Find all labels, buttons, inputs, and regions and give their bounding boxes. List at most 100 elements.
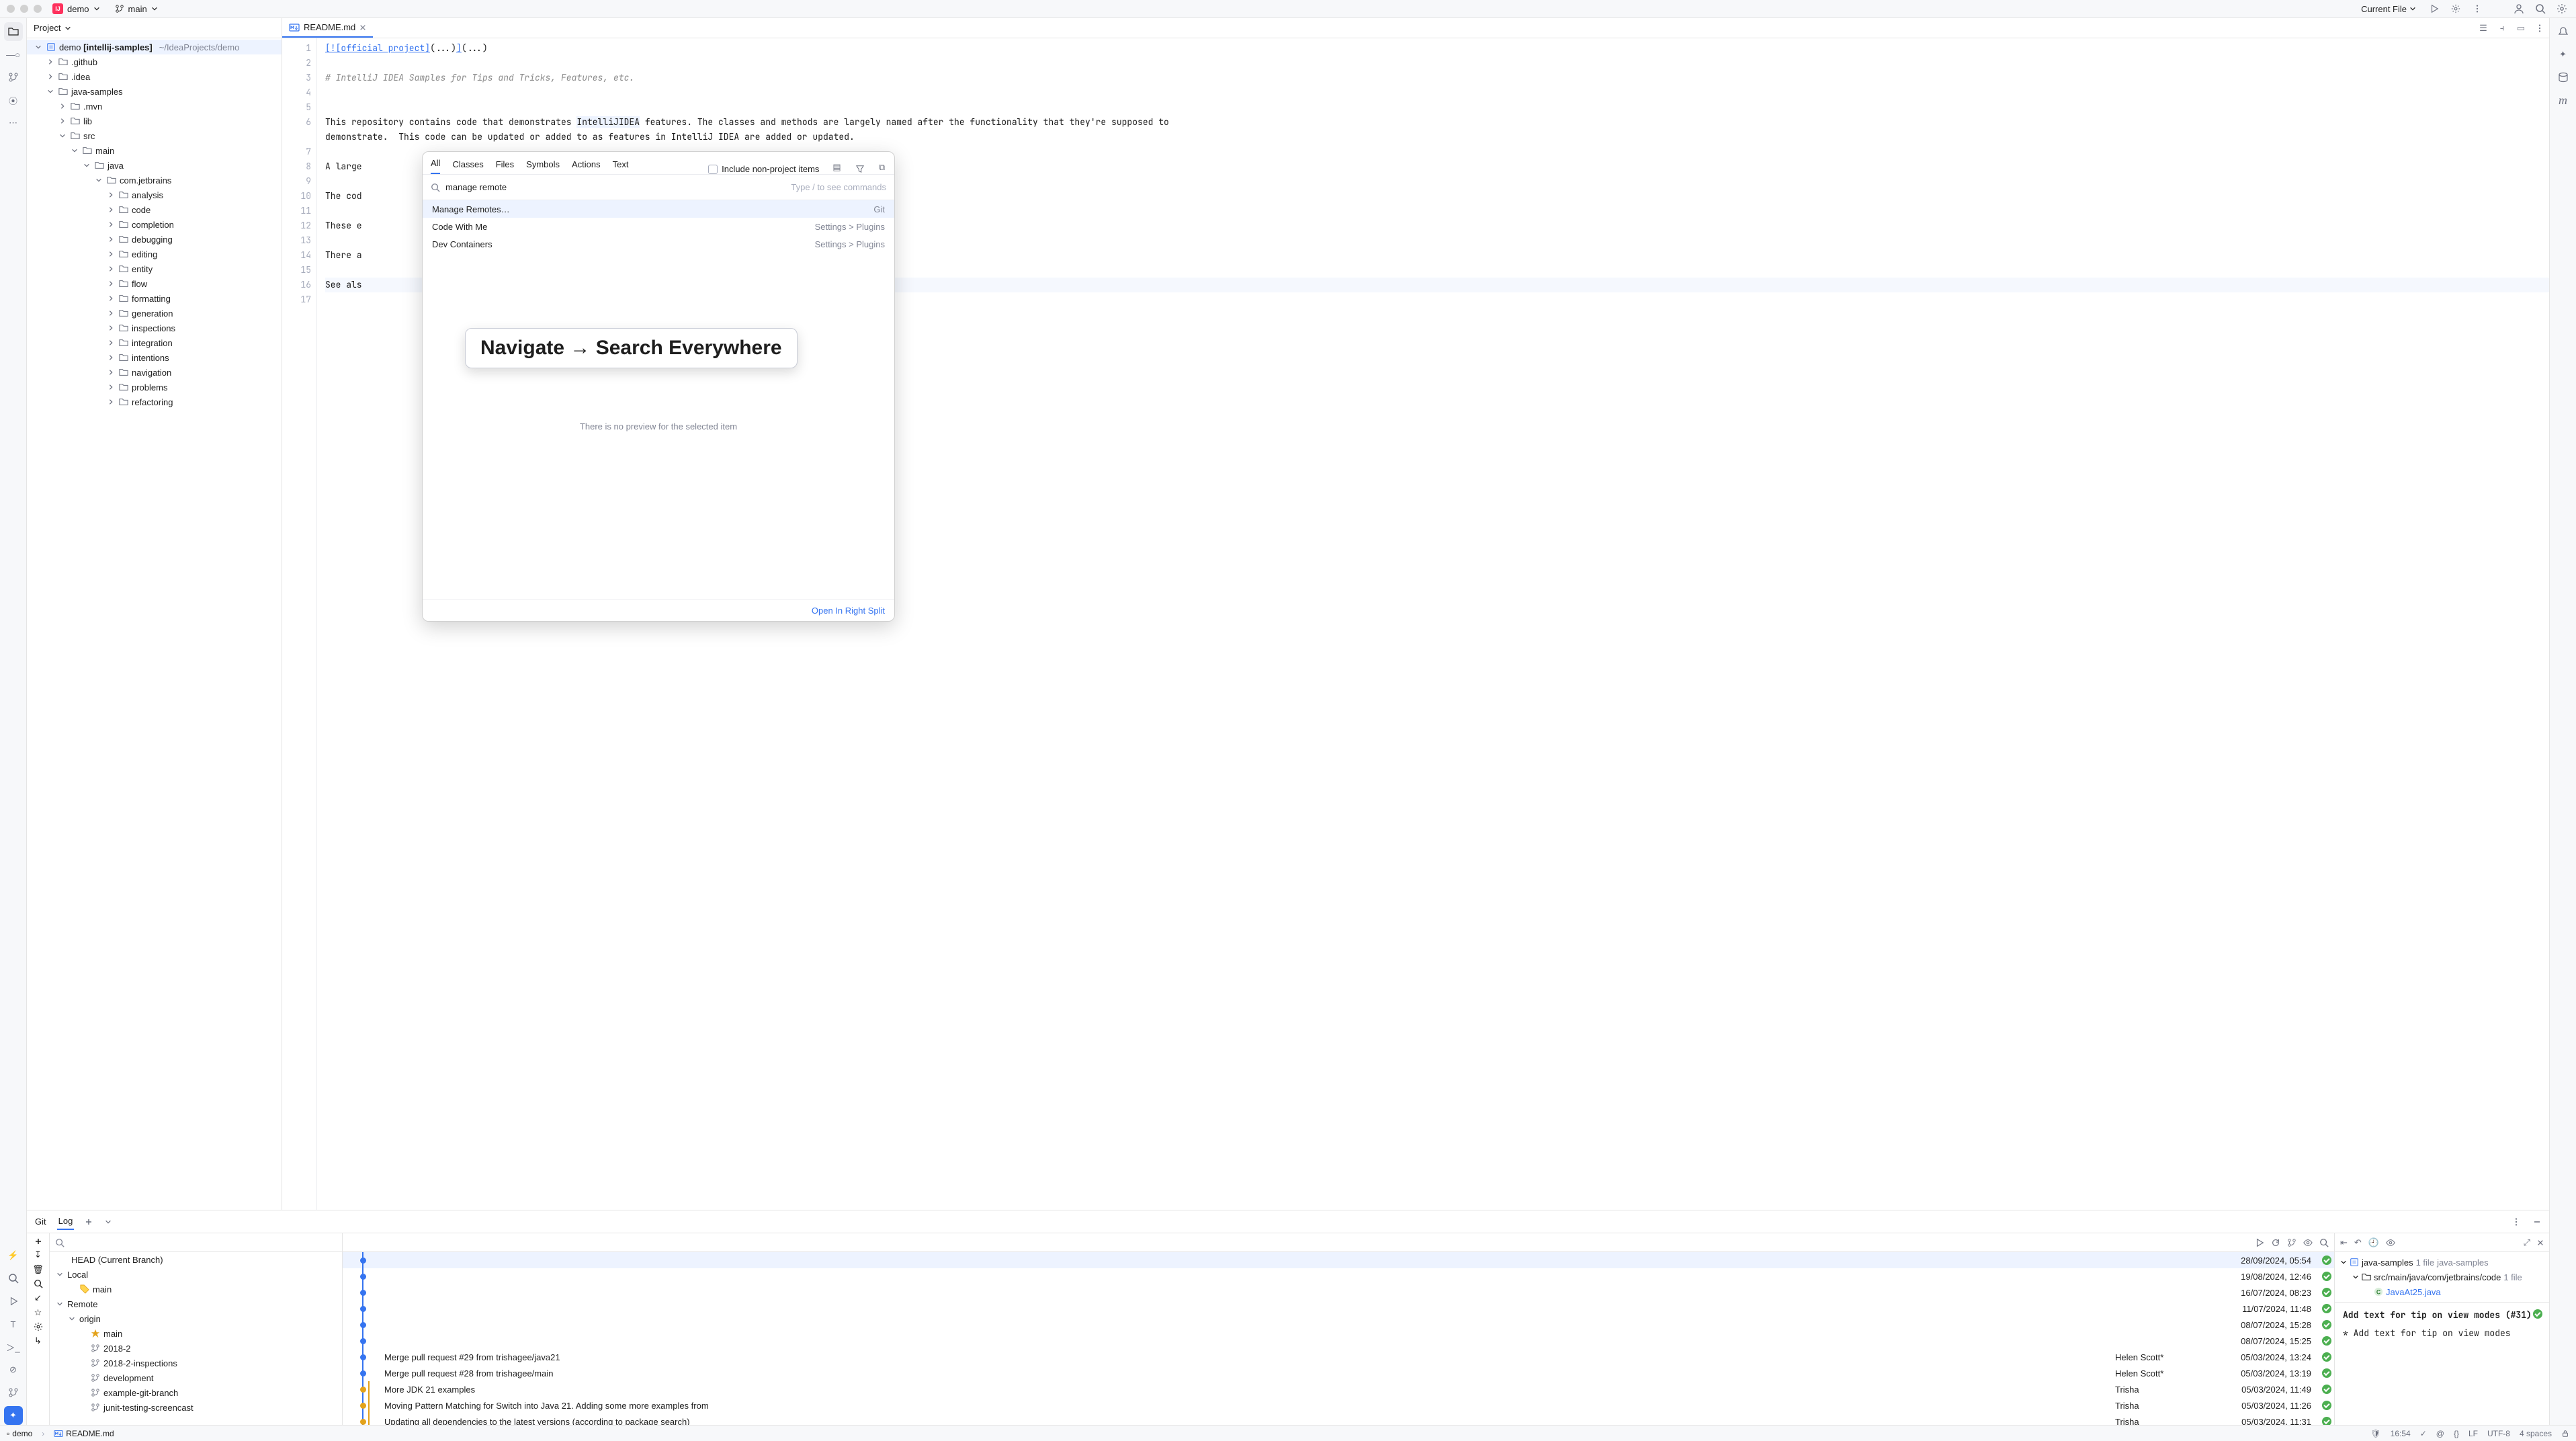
tree-arrow[interactable] [46,88,55,95]
cherry-pick-button[interactable] [2255,1238,2264,1247]
tree-arrow[interactable] [106,192,116,198]
se-search-input[interactable]: manage remote [445,182,785,192]
project-selector[interactable]: IJ demo [48,2,104,15]
debug-tool-button[interactable]: ⚡ [4,1246,23,1265]
problems-tool-button[interactable]: ⊘ [4,1360,23,1379]
git-tab[interactable]: Git [34,1214,48,1229]
origin-group[interactable]: origin [50,1311,342,1326]
close-window[interactable] [7,5,15,13]
expand-all-button[interactable]: ⤢ [2524,1237,2530,1248]
tree-item[interactable]: .mvn [27,99,282,114]
zoom-window[interactable] [34,5,42,13]
maven-button[interactable]: m [2554,91,2573,110]
refresh-log-button[interactable] [2271,1238,2280,1247]
search-branches-button[interactable] [34,1279,43,1288]
cursor-position[interactable]: 16:54 [2391,1429,2411,1438]
collapse-button[interactable]: ⇤ [2340,1237,2348,1248]
se-tab-text[interactable]: Text [613,159,629,174]
changed-root[interactable]: java-samples 1 file java-samples [2335,1255,2549,1270]
editor-tab-readme[interactable]: README.md [282,18,373,38]
tree-item[interactable]: entity [27,261,282,276]
tree-arrow[interactable] [58,118,67,124]
ai-chat-button[interactable]: ✦ [2554,45,2573,64]
debug-button[interactable] [2448,1,2463,16]
editor-view-preview-button[interactable]: ▭ [2511,18,2530,38]
branch-row[interactable]: main [50,1326,342,1341]
filter-button[interactable] [855,163,865,174]
tree-item[interactable]: refactoring [27,395,282,409]
tree-arrow[interactable] [106,221,116,228]
pin-button[interactable]: ⧉ [877,161,886,174]
pull-requests-button[interactable] [4,68,23,87]
open-in-right-split-link[interactable]: Open In Right Split [812,606,885,616]
new-branch-button[interactable] [34,1237,42,1245]
se-tab-classes[interactable]: Classes [452,159,483,174]
expand-button[interactable]: ↳ [34,1335,42,1346]
tree-item[interactable]: formatting [27,291,282,306]
commit-tool-button[interactable]: —○ [4,45,23,64]
tree-arrow[interactable] [82,162,91,169]
commit-row[interactable]: 08/07/2024, 15:28 [343,1317,2334,1333]
show-diff-button[interactable] [2386,1238,2395,1247]
commit-row[interactable]: Merge pull request #28 from trishagee/ma… [343,1365,2334,1381]
remote-group[interactable]: Remote [50,1296,342,1311]
close-tab-button[interactable] [359,24,366,31]
tree-arrow[interactable] [106,280,116,287]
tree-item[interactable]: analysis [27,188,282,202]
tree-item[interactable]: editing [27,247,282,261]
tree-arrow[interactable] [70,147,79,154]
fetch-button[interactable]: ↙ [34,1292,42,1303]
tree-item[interactable]: integration [27,335,282,350]
reader-mode-icon[interactable]: @ [2436,1429,2444,1438]
editor-view-split-button[interactable]: ⫞ [2493,18,2511,38]
commit-row[interactable]: 11/07/2024, 11:48 [343,1301,2334,1317]
tree-arrow[interactable] [106,339,116,346]
tree-arrow[interactable] [106,265,116,272]
se-tab-files[interactable]: Files [496,159,514,174]
indent[interactable]: 4 spaces [2520,1429,2552,1438]
branch-row[interactable]: example-git-branch [50,1385,342,1400]
vcs-tool-button[interactable] [4,1383,23,1402]
tree-arrow[interactable] [106,325,116,331]
close-details-button[interactable] [2537,1239,2544,1246]
tool-minimize-button[interactable] [2532,1217,2542,1227]
settings-button[interactable] [2554,1,2569,16]
eye-button[interactable] [2303,1238,2313,1247]
checkout-button[interactable]: ↧ [34,1249,42,1260]
more-tools-button[interactable]: ⋯ [4,114,23,132]
code-with-me-button[interactable] [2511,1,2526,16]
head-branch-row[interactable]: HEAD (Current Branch) [50,1252,342,1267]
tree-item[interactable]: inspections [27,321,282,335]
log-tab[interactable]: Log [57,1213,75,1230]
commit-row[interactable]: 19/08/2024, 12:46 [343,1268,2334,1284]
tree-arrow[interactable] [106,354,116,361]
tree-item[interactable]: completion [27,217,282,232]
tree-item[interactable]: .github [27,54,282,69]
branch-row[interactable]: junit-testing-screencast [50,1400,342,1415]
tree-arrow[interactable] [106,251,116,257]
branch-row[interactable]: development [50,1370,342,1385]
se-result-row[interactable]: Code With MeSettings > Plugins [423,218,894,235]
tree-item[interactable]: main [27,143,282,158]
se-tab-actions[interactable]: Actions [572,159,601,174]
tree-arrow[interactable] [46,73,55,80]
inspection-icon[interactable]: ✓ [2420,1429,2427,1438]
branches-search[interactable] [50,1233,342,1252]
notifications-button[interactable] [2554,22,2573,41]
editor-view-source-button[interactable]: ☰ [2474,18,2493,38]
tree-arrow[interactable] [46,58,55,65]
tree-arrow[interactable] [58,103,67,110]
tree-arrow[interactable] [106,236,116,243]
tree-arrow[interactable] [106,206,116,213]
minimize-window[interactable] [20,5,28,13]
tree-item[interactable]: java [27,158,282,173]
branch-row[interactable]: main [50,1282,342,1296]
find-tool-button[interactable] [4,1269,23,1288]
tree-item[interactable]: debugging [27,232,282,247]
changed-file[interactable]: JavaAt25.java [2335,1284,2549,1299]
tree-item[interactable]: flow [27,276,282,291]
lock-icon[interactable] [2561,1430,2569,1438]
commit-row[interactable]: Merge pull request #29 from trishagee/ja… [343,1349,2334,1365]
history-button[interactable]: 🕘 [2368,1237,2379,1248]
branch-settings-button[interactable] [34,1322,43,1331]
